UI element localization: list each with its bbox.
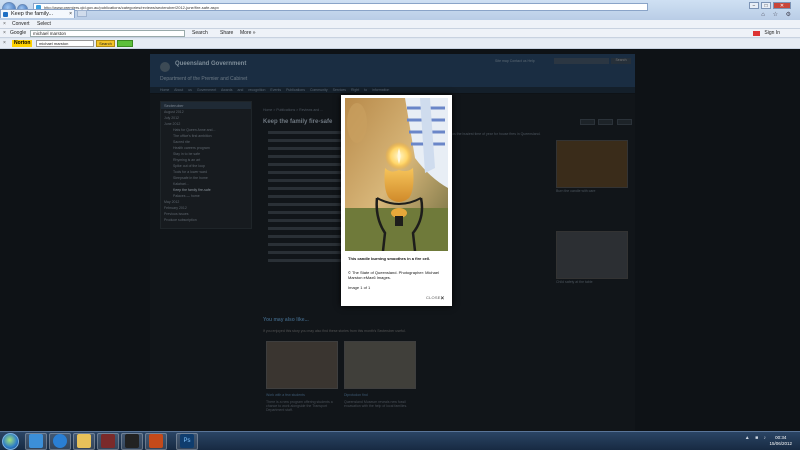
story-card-title[interactable]: Diprotodon find — [344, 393, 368, 397]
address-bar[interactable]: http://www.premiers.qld.gov.au/publicati… — [33, 3, 648, 11]
tab-active[interactable]: Keep the family... × — [0, 9, 75, 18]
more-button[interactable]: More » — [240, 29, 256, 37]
more-stories-subtitle: If you enjoyed this story you may also f… — [263, 329, 406, 333]
internet-explorer-icon — [53, 434, 67, 448]
google-label: Google — [10, 30, 27, 36]
photoshop-icon: Ps — [180, 434, 194, 448]
lightbox-page-count: Image 1 of 1 — [348, 285, 371, 290]
story-card-title[interactable]: Work with a few students — [266, 393, 305, 397]
toolbar-close-icon[interactable]: × — [3, 20, 6, 28]
notification-icon[interactable] — [753, 31, 760, 36]
clock[interactable]: 00:34 15/06/2012 — [769, 435, 792, 447]
close-icon: × — [440, 296, 445, 302]
lightbox-caption: This candle burning smoothes in a fire c… — [348, 256, 431, 261]
thumbnail-caption: Child safety at the table — [556, 280, 593, 284]
story-card-image[interactable] — [266, 341, 338, 389]
lightbox-close-button[interactable]: CLOSE× — [426, 295, 444, 302]
close-label: CLOSE — [426, 295, 441, 300]
browser-tool-icons[interactable]: ⌂ ☆ ⚙ — [761, 11, 794, 18]
tab-title: Keep the family... — [11, 11, 54, 17]
norton-logo: Norton — [12, 40, 33, 47]
google-toolbar: × Google michael marston Search Share Mo… — [0, 29, 800, 38]
maximize-button[interactable]: □ — [761, 2, 771, 9]
sidebar-item[interactable]: Produce subscription — [161, 217, 251, 223]
google-search-input[interactable]: michael marston — [30, 30, 185, 37]
site-subtitle: Department of the Premier and Cabinet — [160, 76, 248, 82]
minimize-button[interactable]: − — [749, 2, 759, 9]
share-button[interactable]: Share — [220, 29, 233, 37]
site-search-input[interactable] — [554, 58, 609, 64]
player-icon — [149, 434, 163, 448]
image-lightbox: This candle burning smoothes in a fire c… — [341, 95, 452, 306]
story-card-text: Queensland Museum reveals new fossil exc… — [344, 400, 408, 408]
clock-date: 15/06/2012 — [769, 441, 792, 446]
pdf-toolbar: × Convert Select — [0, 20, 800, 29]
sidebar-heading: Secteruber — [161, 102, 251, 109]
convert-button[interactable]: Convert — [12, 20, 30, 28]
title-bar: ← → http://www.premiers.qld.gov.au/publi… — [0, 0, 800, 20]
story-card-image[interactable] — [344, 341, 416, 389]
norton-go-button[interactable] — [117, 40, 133, 47]
candle-photo — [345, 98, 448, 251]
site-nav[interactable]: Home About us Government Awards and reco… — [150, 87, 635, 93]
site-title: Queensland Government — [175, 61, 247, 67]
lightbox-copyright: © The State of Queensland. Photographer:… — [348, 270, 439, 280]
article-title: Keep the family fire-safe — [263, 119, 333, 125]
start-button[interactable] — [2, 433, 19, 450]
share-button[interactable] — [616, 119, 632, 125]
kitchen-thumbnail[interactable] — [556, 231, 628, 279]
toolbar-close-icon[interactable]: × — [3, 29, 6, 37]
email-button[interactable] — [580, 119, 595, 125]
qld-crest-icon — [160, 62, 170, 72]
video-icon — [125, 434, 139, 448]
norton-search-input[interactable]: michael marston — [36, 40, 94, 47]
article-text-right: as the busiest time of year for house fi… — [452, 132, 541, 136]
explorer-icon — [29, 434, 43, 448]
site-links[interactable]: Site map Contact us Help — [495, 59, 535, 63]
tab-favicon-icon — [3, 12, 8, 17]
toolbar-close-icon[interactable]: × — [3, 39, 6, 47]
new-tab-button[interactable] — [77, 10, 87, 17]
folder-icon — [77, 434, 91, 448]
select-button[interactable]: Select — [37, 20, 51, 28]
taskbar: Ps ▲ ■ ♪ 00:34 15/06/2012 — [0, 431, 800, 450]
media-icon — [101, 434, 115, 448]
system-tray[interactable]: ▲ ■ ♪ — [745, 435, 768, 441]
norton-search-button[interactable]: Search — [96, 40, 115, 47]
sign-in-link[interactable]: Sign In — [764, 29, 780, 37]
site-search-button[interactable]: Search — [611, 58, 631, 64]
breadcrumb[interactable]: Home > Publications > Reviews and ... — [263, 108, 323, 112]
more-stories-title: You may also like... — [263, 317, 309, 323]
share-buttons — [578, 119, 632, 127]
tab-close-icon[interactable]: × — [69, 10, 72, 18]
article-text — [268, 131, 343, 267]
story-card-text: There is a new program offering students… — [266, 400, 333, 412]
google-search-button[interactable]: Search — [192, 29, 208, 37]
close-window-button[interactable]: ✕ — [773, 2, 791, 9]
norton-toolbar: × Norton michael marston Search — [0, 39, 800, 49]
sidebar: Secteruber August 2012 July 2012 June 20… — [160, 101, 252, 229]
candle-thumbnail[interactable] — [556, 140, 628, 188]
thumbnail-caption: Burn the candle with care — [556, 189, 596, 193]
print-button[interactable] — [598, 119, 614, 125]
